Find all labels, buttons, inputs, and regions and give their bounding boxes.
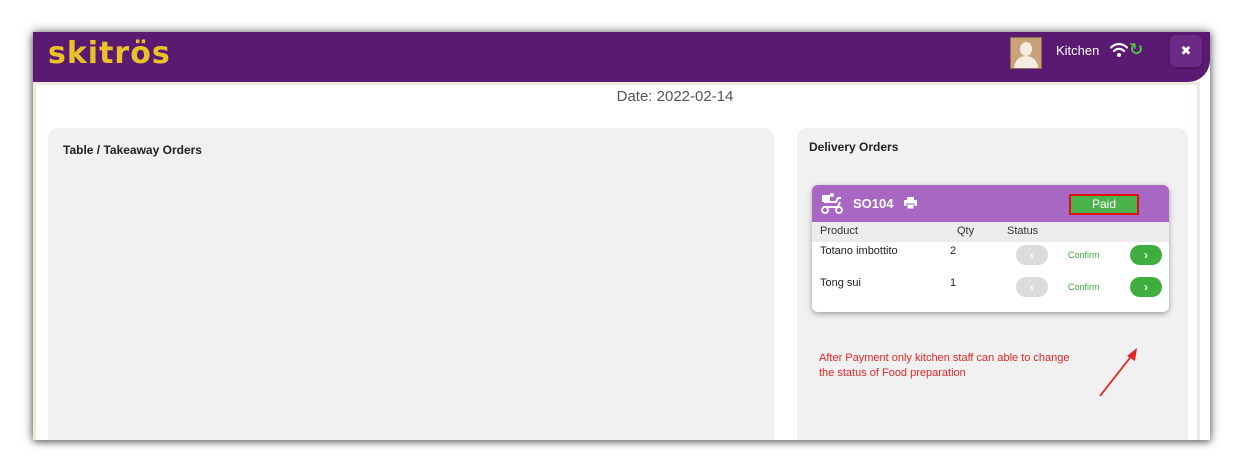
status-back-button[interactable]: ‹ (1016, 245, 1048, 265)
item-qty: 1 (950, 277, 957, 289)
top-bar: skitrös Kitchen ↻ ✖ (33, 32, 1210, 82)
order-item-row: Tong sui 1 ‹ Confirm › (812, 274, 1169, 306)
item-product: Totano imbottito (820, 245, 898, 257)
sync-icon[interactable]: ↻ (1129, 41, 1143, 59)
table-takeaway-panel: Table / Takeaway Orders (48, 128, 774, 440)
annotation-line-1: After Payment only kitchen staff can abl… (819, 352, 1070, 364)
order-card-header: SO104 Paid (812, 185, 1169, 222)
order-table-header: Product Qty Status (812, 222, 1169, 242)
item-qty: 2 (950, 245, 957, 257)
item-status: Confirm (1068, 282, 1100, 292)
status-back-button[interactable]: ‹ (1016, 277, 1048, 297)
status-forward-button[interactable]: › (1130, 277, 1162, 297)
wifi-icon (1110, 43, 1128, 57)
date-label: Date: 2022-02-14 (616, 88, 734, 105)
column-header-product: Product (820, 225, 858, 237)
user-name: Kitchen (1056, 43, 1100, 58)
item-status: Confirm (1068, 250, 1100, 260)
app-logo: skitrös (48, 36, 171, 71)
column-header-qty: Qty (957, 225, 975, 237)
delivery-scooter-icon (821, 193, 843, 214)
order-id: SO104 (853, 196, 894, 211)
payment-status-badge: Paid (1069, 194, 1139, 215)
order-card: SO104 Paid Product Qty Status Totano imb… (812, 185, 1169, 312)
print-icon[interactable] (904, 197, 917, 209)
user-avatar[interactable] (1010, 37, 1042, 69)
main-content: Date: 2022-02-14 Table / Takeaway Orders… (33, 82, 1210, 440)
close-button[interactable]: ✖ (1170, 35, 1202, 67)
annotation-arrow (1099, 348, 1137, 397)
app-window: skitrös Kitchen ↻ ✖ Date: 2022-02-14 Tab… (33, 32, 1210, 440)
delivery-orders-title: Delivery Orders (809, 140, 899, 154)
annotation-line-2: the status of Food preparation (819, 367, 966, 379)
order-item-row: Totano imbottito 2 ‹ Confirm › (812, 242, 1169, 274)
annotation-note: After Payment only kitchen staff can abl… (819, 351, 1119, 381)
status-forward-button[interactable]: › (1130, 245, 1162, 265)
table-takeaway-title: Table / Takeaway Orders (63, 143, 202, 157)
item-product: Tong sui (820, 277, 861, 289)
column-header-status: Status (1007, 225, 1039, 237)
